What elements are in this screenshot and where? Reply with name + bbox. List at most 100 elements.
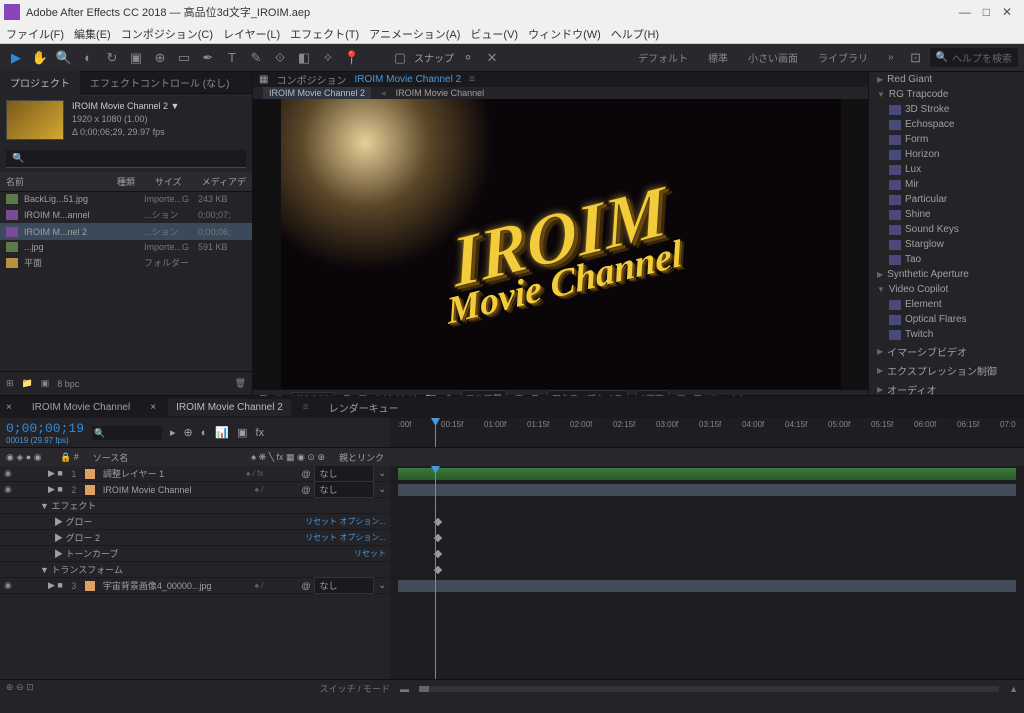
fx-effect[interactable]: Shine [869, 207, 1024, 222]
selection-tool-icon[interactable]: ▶ [6, 48, 26, 68]
fx-effect[interactable]: Form [869, 132, 1024, 147]
layer-row[interactable]: ◉▶ ■1調整レイヤー 1♠ / fx@なし⌄ [0, 466, 390, 482]
tracks-column[interactable] [390, 466, 1024, 679]
ae-link-icon[interactable]: ⊡ [906, 48, 926, 68]
project-item[interactable]: 平面フォルダー [0, 254, 252, 271]
bpc-toggle[interactable]: 8 bpc [57, 379, 79, 389]
track-row[interactable] [390, 514, 1024, 530]
snap-label[interactable]: スナップ [414, 50, 454, 65]
workspace-default[interactable]: デフォルト [630, 47, 696, 68]
breadcrumb-current[interactable]: IROIM Movie Channel 2 [263, 87, 371, 99]
fx-category[interactable]: ▶イマーシブビデオ [869, 342, 1024, 361]
tl-draft-icon[interactable]: ▣ [237, 426, 247, 439]
puppet-tool-icon[interactable]: 📍 [342, 48, 362, 68]
fx-effect[interactable]: Horizon [869, 147, 1024, 162]
shape-tool-icon[interactable]: ▭ [174, 48, 194, 68]
eraser-tool-icon[interactable]: ◧ [294, 48, 314, 68]
track-row[interactable] [390, 530, 1024, 546]
project-item[interactable]: IROIM M...annel...ション0;00;07; [0, 206, 252, 223]
tl-fx-icon[interactable]: fx [256, 427, 265, 439]
tl-blur-icon[interactable]: ◐ [201, 427, 208, 439]
workspace-library[interactable]: ライブラリ [810, 47, 876, 68]
track-row[interactable] [390, 562, 1024, 578]
project-search-input[interactable] [6, 150, 246, 168]
fx-effect[interactable]: Twitch [869, 327, 1024, 342]
layer-row[interactable]: ▶ トーンカーブリセット [0, 546, 390, 562]
timeline-tab-1[interactable]: IROIM Movie Channel 2 [168, 399, 291, 416]
brush-tool-icon[interactable]: ✎ [246, 48, 266, 68]
fx-category[interactable]: ▶Synthetic Aperture [869, 267, 1024, 282]
workspace-standard[interactable]: 標準 [700, 47, 736, 68]
comp-tab-active[interactable]: IROIM Movie Channel 2 [354, 74, 461, 85]
snap-align-icon[interactable]: ✕ [482, 48, 502, 68]
project-item[interactable]: ...jpgImporte...G591 KB [0, 240, 252, 254]
tl-shy-icon[interactable]: ⊕ [184, 426, 193, 439]
track-row[interactable] [390, 546, 1024, 562]
track-row[interactable] [390, 578, 1024, 594]
workspace-more-icon[interactable]: » [880, 49, 902, 66]
tl-graph-icon[interactable]: 📊 [215, 426, 229, 439]
project-columns[interactable]: 名前 種類 サイズ メディアデ [0, 172, 252, 192]
fx-category[interactable]: ▶Red Giant [869, 72, 1024, 87]
tl-zoom-icon[interactable]: ⊕ ⊖ ⊡ [6, 682, 34, 692]
anchor-tool-icon[interactable]: ⊕ [150, 48, 170, 68]
menu-layer[interactable]: レイヤー(L) [223, 26, 280, 42]
rotate-tool-icon[interactable]: ↻ [102, 48, 122, 68]
minimize-button[interactable]: — [959, 5, 971, 19]
hand-tool-icon[interactable]: ✋ [30, 48, 50, 68]
menu-effect[interactable]: エフェクト(T) [290, 26, 359, 42]
fx-effect[interactable]: Mir [869, 177, 1024, 192]
layer-row[interactable]: ◉▶ ■3宇宙背景画像4_00000...jpg♠ /@なし⌄ [0, 578, 390, 594]
snap-options-icon[interactable]: ⚬ [458, 48, 478, 68]
track-row[interactable] [390, 498, 1024, 514]
fx-category[interactable]: ▶エクスプレッション制御 [869, 361, 1024, 380]
timeline-tab-render[interactable]: レンダーキュー [321, 397, 407, 418]
project-item[interactable]: IROIM M...nel 2...ション0;00;06; [0, 223, 252, 240]
menu-animation[interactable]: アニメーション(A) [369, 26, 460, 42]
clone-tool-icon[interactable]: ⟐ [270, 48, 290, 68]
fx-category[interactable]: ▼Video Copilot [869, 282, 1024, 297]
col-source[interactable]: ソース名 [93, 451, 129, 464]
track-row[interactable] [390, 466, 1024, 482]
fx-effect[interactable]: Starglow [869, 237, 1024, 252]
fx-category[interactable]: ▶オーディオ [869, 380, 1024, 395]
playhead[interactable] [435, 418, 436, 447]
folder-icon[interactable]: 📁 [22, 378, 33, 389]
fx-effect[interactable]: 3D Stroke [869, 102, 1024, 117]
layer-row[interactable]: ◉▶ ■2IROIM Movie Channel♠ /@なし⌄ [0, 482, 390, 498]
breadcrumb-parent[interactable]: IROIM Movie Channel [396, 88, 485, 98]
text-tool-icon[interactable]: T [222, 48, 242, 68]
workspace-small[interactable]: 小さい画面 [740, 47, 806, 68]
tab-project[interactable]: プロジェクト [0, 71, 80, 94]
zoom-slider[interactable] [419, 686, 429, 692]
fx-effect[interactable]: Echospace [869, 117, 1024, 132]
menu-edit[interactable]: 編集(E) [74, 26, 111, 42]
project-item[interactable]: BackLig...51.jpgImporte...G243 KB [0, 192, 252, 206]
interpret-icon[interactable]: ⊞ [6, 378, 14, 389]
layer-row[interactable]: ▶ グローリセット オプション... [0, 514, 390, 530]
layer-row[interactable]: ▼ トランスフォーム [0, 562, 390, 578]
fx-effect[interactable]: Optical Flares [869, 312, 1024, 327]
menu-view[interactable]: ビュー(V) [470, 26, 518, 42]
timeline-timecode[interactable]: 0;00;00;19 [6, 421, 84, 436]
timeline-ruler[interactable]: :00f00:15f01:00f01:15f02:00f02:15f03:00f… [390, 418, 1024, 448]
fx-effect[interactable]: Particular [869, 192, 1024, 207]
track-row[interactable] [390, 482, 1024, 498]
trash-icon[interactable]: 🗑 [235, 378, 246, 389]
layer-icon[interactable]: ▦ [259, 74, 268, 85]
playhead-track[interactable] [435, 466, 436, 679]
help-search[interactable]: 🔍 ヘルプを検索 [930, 48, 1018, 67]
comp-new-icon[interactable]: ▣ [41, 378, 50, 389]
fx-effect[interactable]: Tao [869, 252, 1024, 267]
tl-comp-icon[interactable]: ▸ [170, 426, 176, 439]
menu-composition[interactable]: コンポジション(C) [121, 26, 213, 42]
layer-row[interactable]: ▶ グロー 2リセット オプション... [0, 530, 390, 546]
mask-mode-icon[interactable]: ▢ [390, 48, 410, 68]
menu-file[interactable]: ファイル(F) [6, 26, 64, 42]
fx-effect[interactable]: Lux [869, 162, 1024, 177]
col-parent[interactable]: 親とリンク [339, 451, 384, 464]
fx-effect[interactable]: Element [869, 297, 1024, 312]
layer-row[interactable]: ▼ エフェクト [0, 498, 390, 514]
composition-viewer[interactable]: IROIM Movie Channel [253, 99, 868, 389]
fx-effect[interactable]: Sound Keys [869, 222, 1024, 237]
